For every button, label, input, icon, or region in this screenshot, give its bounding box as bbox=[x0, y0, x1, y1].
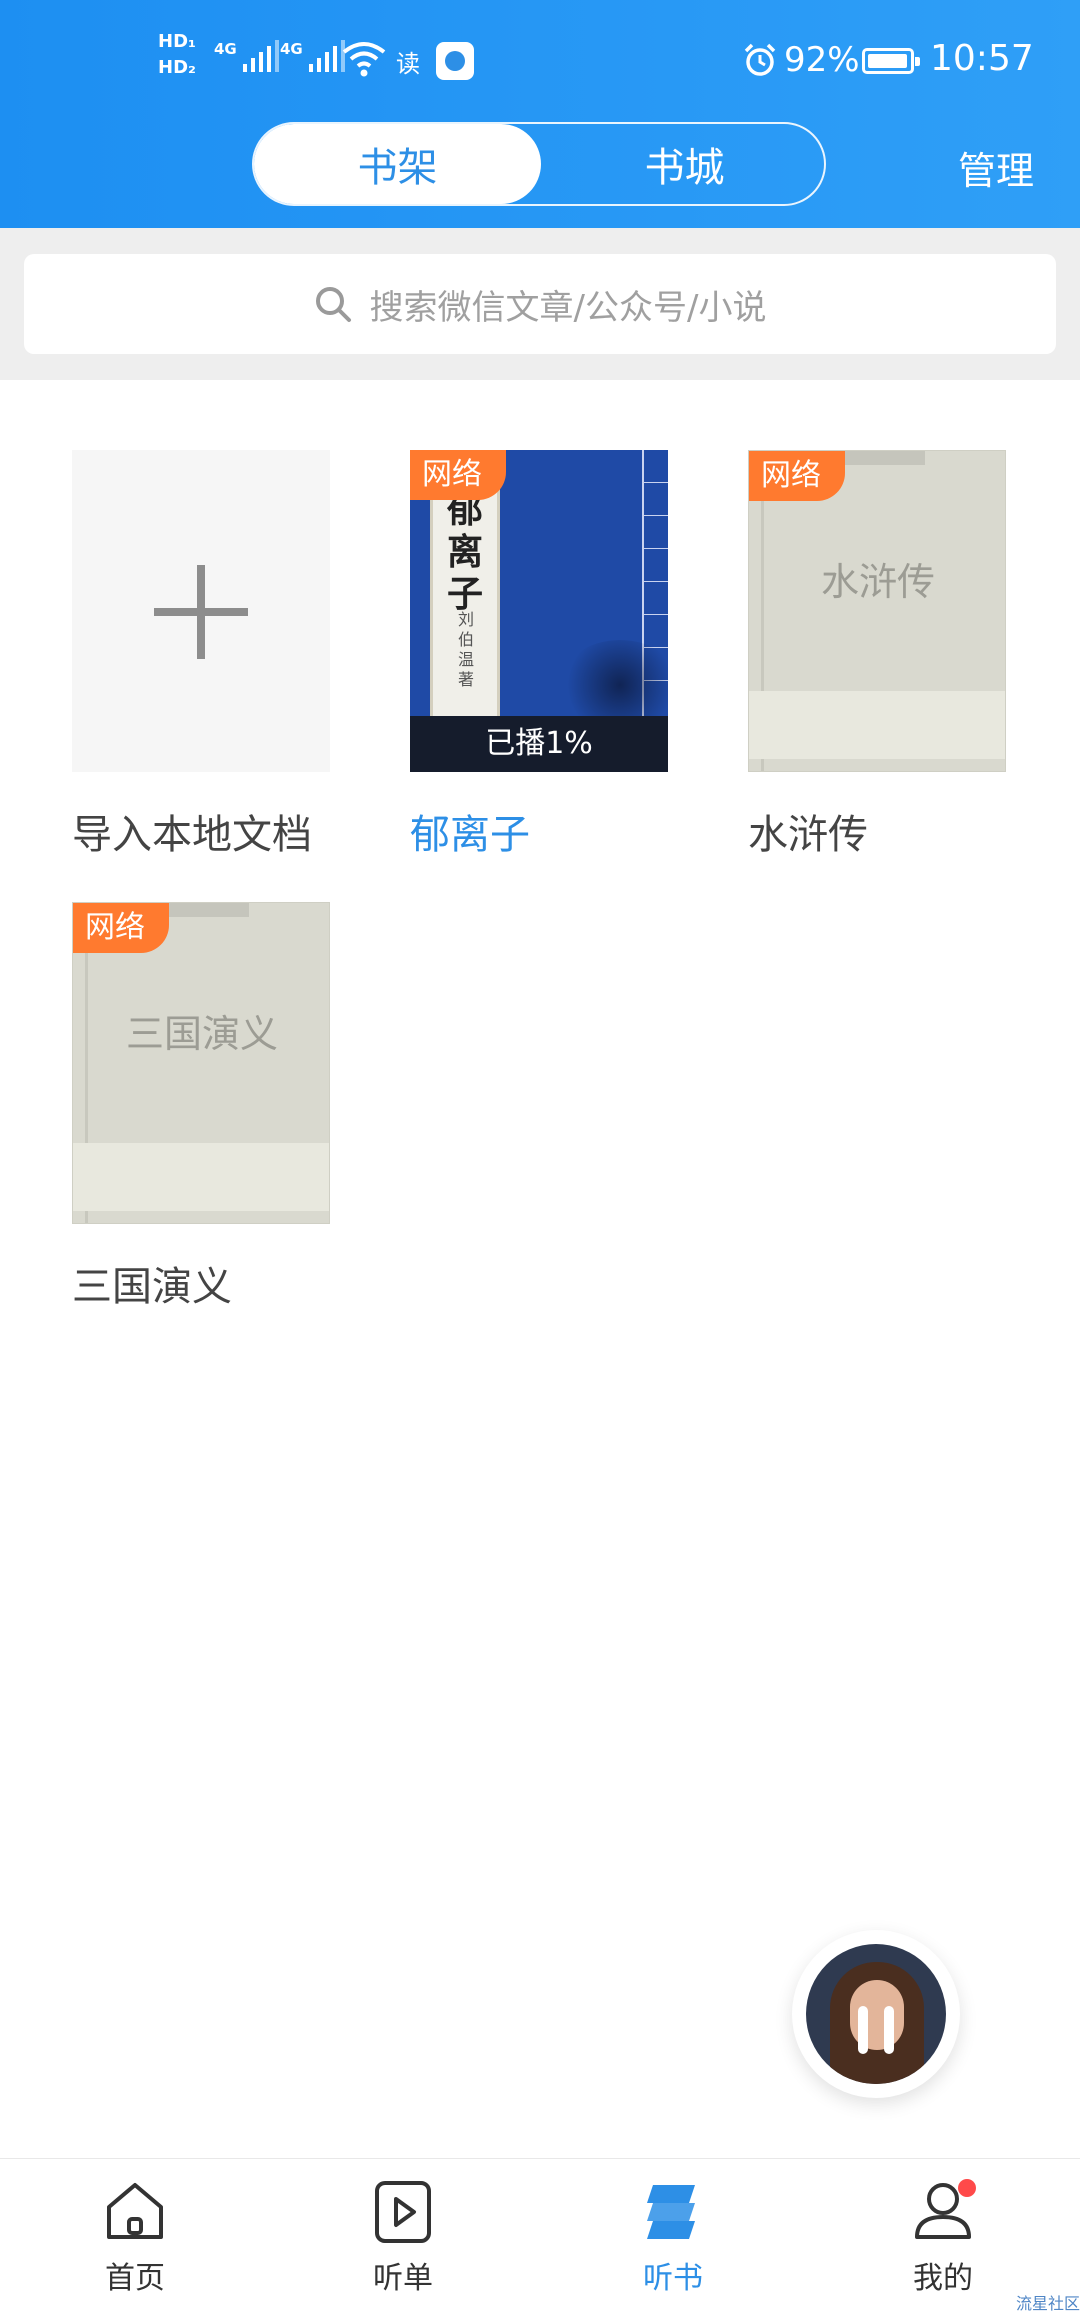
cover-bottom-band bbox=[73, 1143, 329, 1211]
signal-icon-2: 4G bbox=[280, 40, 345, 72]
nav-playlist[interactable]: 听单 bbox=[328, 2177, 478, 2297]
wifi-icon bbox=[342, 42, 386, 77]
battery-icon bbox=[862, 48, 920, 74]
status-bar: HD₁ HD₂ 4G 4G 读 92% 10:57 bbox=[0, 0, 1080, 120]
battery-percent: 92% bbox=[784, 40, 860, 80]
book-item[interactable]: 网络 水浒传 水浒传 bbox=[748, 450, 1008, 860]
network-tag: 网络 bbox=[410, 450, 506, 500]
home-icon bbox=[107, 2183, 163, 2239]
nav-mine[interactable]: 我的 bbox=[868, 2177, 1018, 2297]
app-notification-icon bbox=[436, 42, 474, 80]
pause-icon-bar bbox=[884, 2006, 894, 2054]
nav-mine-label: 我的 bbox=[913, 2261, 973, 2296]
search-icon bbox=[315, 287, 351, 322]
nav-playlist-label: 听单 bbox=[373, 2261, 433, 2296]
search-input[interactable]: 搜索微信文章/公众号/小说 bbox=[24, 254, 1056, 354]
read-indicator: 读 bbox=[396, 50, 420, 78]
cover-title: 郁离子 bbox=[446, 490, 483, 615]
clock: 10:57 bbox=[930, 38, 1034, 79]
watermark: 流星社区 bbox=[1016, 2294, 1080, 2313]
book-item[interactable]: 网络 三国演义 三国演义 bbox=[72, 902, 332, 1312]
shelf-store-switch: 书架 书城 bbox=[252, 122, 826, 206]
plus-icon-vertical bbox=[197, 565, 205, 659]
network-tag: 网络 bbox=[749, 451, 845, 501]
book-cover[interactable]: 网络 水浒传 bbox=[748, 450, 1006, 772]
cover-subtitle: 刘伯温著 bbox=[457, 610, 474, 689]
hd-sim2: HD₂ bbox=[158, 57, 196, 78]
tab-bookshelf[interactable]: 书架 bbox=[254, 124, 541, 204]
tab-bookstore[interactable]: 书城 bbox=[541, 124, 828, 204]
cover-title: 水浒传 bbox=[820, 560, 935, 604]
cover-bottom-band bbox=[749, 691, 1005, 759]
book-cover[interactable]: 网络 三国演义 bbox=[72, 902, 330, 1224]
app-header: HD₁ HD₂ 4G 4G 读 92% 10:57 书架 书城 管理 bbox=[0, 0, 1080, 228]
nav-home[interactable]: 首页 bbox=[60, 2177, 210, 2297]
pause-icon bbox=[858, 2006, 868, 2054]
cover-title: 三国演义 bbox=[125, 1012, 278, 1056]
book-stack-icon bbox=[647, 2185, 695, 2239]
nav-home-label: 首页 bbox=[105, 2261, 165, 2296]
nav-audiobooks-label: 听书 bbox=[643, 2261, 703, 2296]
hd-sim1: HD₁ bbox=[158, 31, 196, 52]
book-title: 郁离子 bbox=[410, 812, 530, 858]
book-title: 三国演义 bbox=[72, 1264, 232, 1310]
import-label: 导入本地文档 bbox=[72, 812, 312, 858]
manage-button[interactable]: 管理 bbox=[958, 140, 1034, 195]
search-area: 搜索微信文章/公众号/小说 bbox=[0, 228, 1080, 380]
narrator-avatar bbox=[806, 1944, 946, 2084]
network-type-2: 4G bbox=[280, 40, 303, 58]
floating-player-button[interactable] bbox=[792, 1930, 960, 2098]
import-cover[interactable] bbox=[72, 450, 330, 772]
play-icon bbox=[375, 2181, 431, 2243]
play-progress: 已播1% bbox=[410, 716, 668, 772]
notification-badge bbox=[958, 2179, 976, 2197]
hd-indicator: HD₁ HD₂ bbox=[158, 30, 196, 82]
bottom-navigation: 首页 听单 听书 我的 bbox=[0, 2158, 1080, 2311]
signal-icon-1: 4G bbox=[214, 40, 279, 72]
book-cover[interactable]: 网络 郁离子 刘伯温著 已播1% bbox=[410, 450, 668, 772]
search-placeholder: 搜索微信文章/公众号/小说 bbox=[369, 287, 767, 328]
book-title: 水浒传 bbox=[748, 812, 868, 858]
book-item[interactable]: 网络 郁离子 刘伯温著 已播1% 郁离子 bbox=[410, 450, 670, 860]
network-tag: 网络 bbox=[73, 903, 169, 953]
import-local-doc[interactable]: 导入本地文档 bbox=[72, 450, 332, 860]
alarm-icon bbox=[744, 43, 776, 76]
network-type-1: 4G bbox=[214, 40, 237, 58]
nav-audiobooks[interactable]: 听书 bbox=[598, 2177, 748, 2297]
